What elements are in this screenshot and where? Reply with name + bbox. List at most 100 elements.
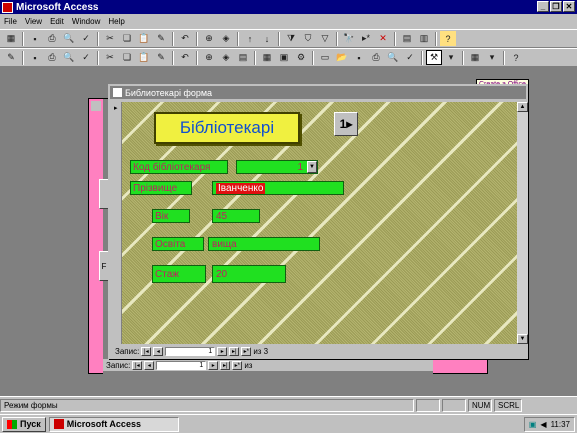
librarians-form-window[interactable]: Библиотекарі форма ▸ Бібліотекарі 1▸ Код… [108,84,528,359]
prev-record-icon[interactable]: ◂ [153,347,164,356]
save-icon[interactable]: ▪ [27,31,43,46]
education-field[interactable]: вища [208,237,320,251]
surname-field[interactable]: Іванченко [212,181,344,195]
background-nav-bar: Запис: |◂ ◂ 1 ▸ ▸| ▸* из [103,359,433,371]
last-record-icon[interactable]: ▸| [220,360,231,370]
dropdown-icon[interactable]: ▾ [443,50,459,65]
first-record-icon[interactable]: |◂ [132,360,143,370]
paste-icon[interactable]: 📋 [136,50,152,65]
color-icon[interactable]: ▦ [467,50,483,65]
start-button[interactable]: Пуск [2,416,46,432]
menu-file[interactable]: File [4,17,17,26]
print-icon[interactable]: ⎙ [44,31,60,46]
taskbar-access-button[interactable]: Microsoft Access [48,416,179,432]
toolbar-separator [278,31,280,46]
insert-hyperlink-icon[interactable]: ⊕ [201,31,217,46]
print-icon-2[interactable]: ⎙ [368,50,384,65]
toolbar-separator [196,31,198,46]
copy-icon[interactable]: ❏ [119,31,135,46]
paste-icon[interactable]: 📋 [136,31,152,46]
minimize-icon[interactable]: _ [537,1,549,12]
format-painter-icon[interactable]: ✎ [153,31,169,46]
autoformat-icon[interactable]: ▦ [259,50,275,65]
new-object-icon[interactable]: ▭ [317,50,333,65]
cut-icon[interactable]: ✂ [102,31,118,46]
chevron-down-icon[interactable]: ▼ [307,161,317,173]
print-icon[interactable]: ⎙ [44,50,60,65]
insert-hyperlink-icon[interactable]: ⊕ [201,50,217,65]
first-record-icon[interactable]: |◂ [141,347,152,356]
new-record-icon[interactable]: ▸* [358,31,374,46]
access-task-icon [53,419,64,429]
build-icon[interactable]: ⚙ [293,50,309,65]
menu-help[interactable]: Help [108,17,124,26]
database-window-icon[interactable]: ▥ [416,31,432,46]
undo-icon[interactable]: ↶ [177,31,193,46]
preview-icon[interactable]: 🔍 [61,50,77,65]
status-scrl: SCRL [494,399,522,412]
restore-icon[interactable]: ❐ [550,1,562,12]
status-text: Режим формы [0,399,414,412]
undo-icon[interactable]: ↶ [177,50,193,65]
next-record-icon[interactable]: ▸ [217,347,228,356]
help-icon[interactable]: ? [508,50,524,65]
view-icon[interactable]: ▦ [3,31,19,46]
web-toolbar-icon[interactable]: ◈ [218,50,234,65]
menu-view[interactable]: View [25,17,42,26]
toolbar-form-design: ✎ ▪ ⎙ 🔍 ✓ ✂ ❏ 📋 ✎ ↶ ⊕ ◈ ▤ ▦ ▣ ⚙ ▭ 📂 ▪ ⎙ … [0,48,577,67]
copy-icon[interactable]: ❏ [119,50,135,65]
save-icon-2[interactable]: ▪ [351,50,367,65]
menu-window[interactable]: Window [72,17,100,26]
new-record-nav-icon[interactable]: ▸* [232,360,243,370]
cut-icon[interactable]: ✂ [102,50,118,65]
toolbar-separator [394,31,396,46]
delete-record-icon[interactable]: ✕ [375,31,391,46]
code-icon[interactable]: ▣ [276,50,292,65]
prev-record-icon[interactable]: ◂ [144,360,155,370]
filter-selection-icon[interactable]: ⧩ [283,31,299,46]
preview-icon-2[interactable]: 🔍 [385,50,401,65]
surname-value: Іванченко [216,182,266,194]
properties-icon[interactable]: ▤ [399,31,415,46]
app-title: Microsoft Access [16,1,99,13]
office-assistant-icon[interactable]: ? [440,31,456,46]
form-window-title: Библиотекарі форма [125,87,213,98]
librarian-code-combobox[interactable]: 1 ▼ [236,160,318,174]
new-record-nav-icon[interactable]: ▸* [241,347,252,356]
sort-descending-icon[interactable]: ↓ [259,31,275,46]
network-icon[interactable]: ▣ [529,420,537,429]
save-icon[interactable]: ▪ [27,50,43,65]
toolbox-icon[interactable]: ⚒ [426,50,442,65]
back-record-number[interactable]: 1 [156,360,207,370]
apply-filter-icon[interactable]: ▽ [317,31,333,46]
next-record-icon[interactable]: ▸ [208,360,219,370]
preview-icon[interactable]: 🔍 [61,31,77,46]
open-icon[interactable]: 📂 [334,50,350,65]
record-number-input[interactable]: 1 [165,347,216,356]
spell-icon[interactable]: ✓ [78,31,94,46]
spell-icon[interactable]: ✓ [78,50,94,65]
scroll-up-icon[interactable]: ▲ [517,102,528,112]
format-painter-icon[interactable]: ✎ [153,50,169,65]
toolbar-separator [312,50,314,65]
design-view-icon[interactable]: ✎ [3,50,19,65]
field-list-icon[interactable]: ▤ [235,50,251,65]
system-tray: ▣ ◀ 11:37 [523,417,575,432]
scroll-down-icon[interactable]: ▼ [517,334,528,344]
close-icon[interactable]: ✕ [563,1,575,12]
speaker-icon[interactable]: ◀ [540,420,546,429]
age-field[interactable]: 45 [212,209,260,223]
spell-icon-2[interactable]: ✓ [402,50,418,65]
find-icon[interactable]: 🔭 [341,31,357,46]
filter-form-icon[interactable]: ⛉ [300,31,316,46]
record-selector[interactable]: ▸ [112,102,122,344]
vertical-scrollbar[interactable]: ▲ ▼ [517,102,528,344]
sort-ascending-icon[interactable]: ↑ [242,31,258,46]
experience-field[interactable]: 20 [212,265,286,283]
last-record-icon[interactable]: ▸| [229,347,240,356]
menu-edit[interactable]: Edit [50,17,64,26]
line-icon[interactable]: ▾ [484,50,500,65]
web-toolbar-icon[interactable]: ◈ [218,31,234,46]
new-record-icon[interactable]: 1▸ [334,112,358,136]
label-surname: Прізвище [130,181,192,195]
